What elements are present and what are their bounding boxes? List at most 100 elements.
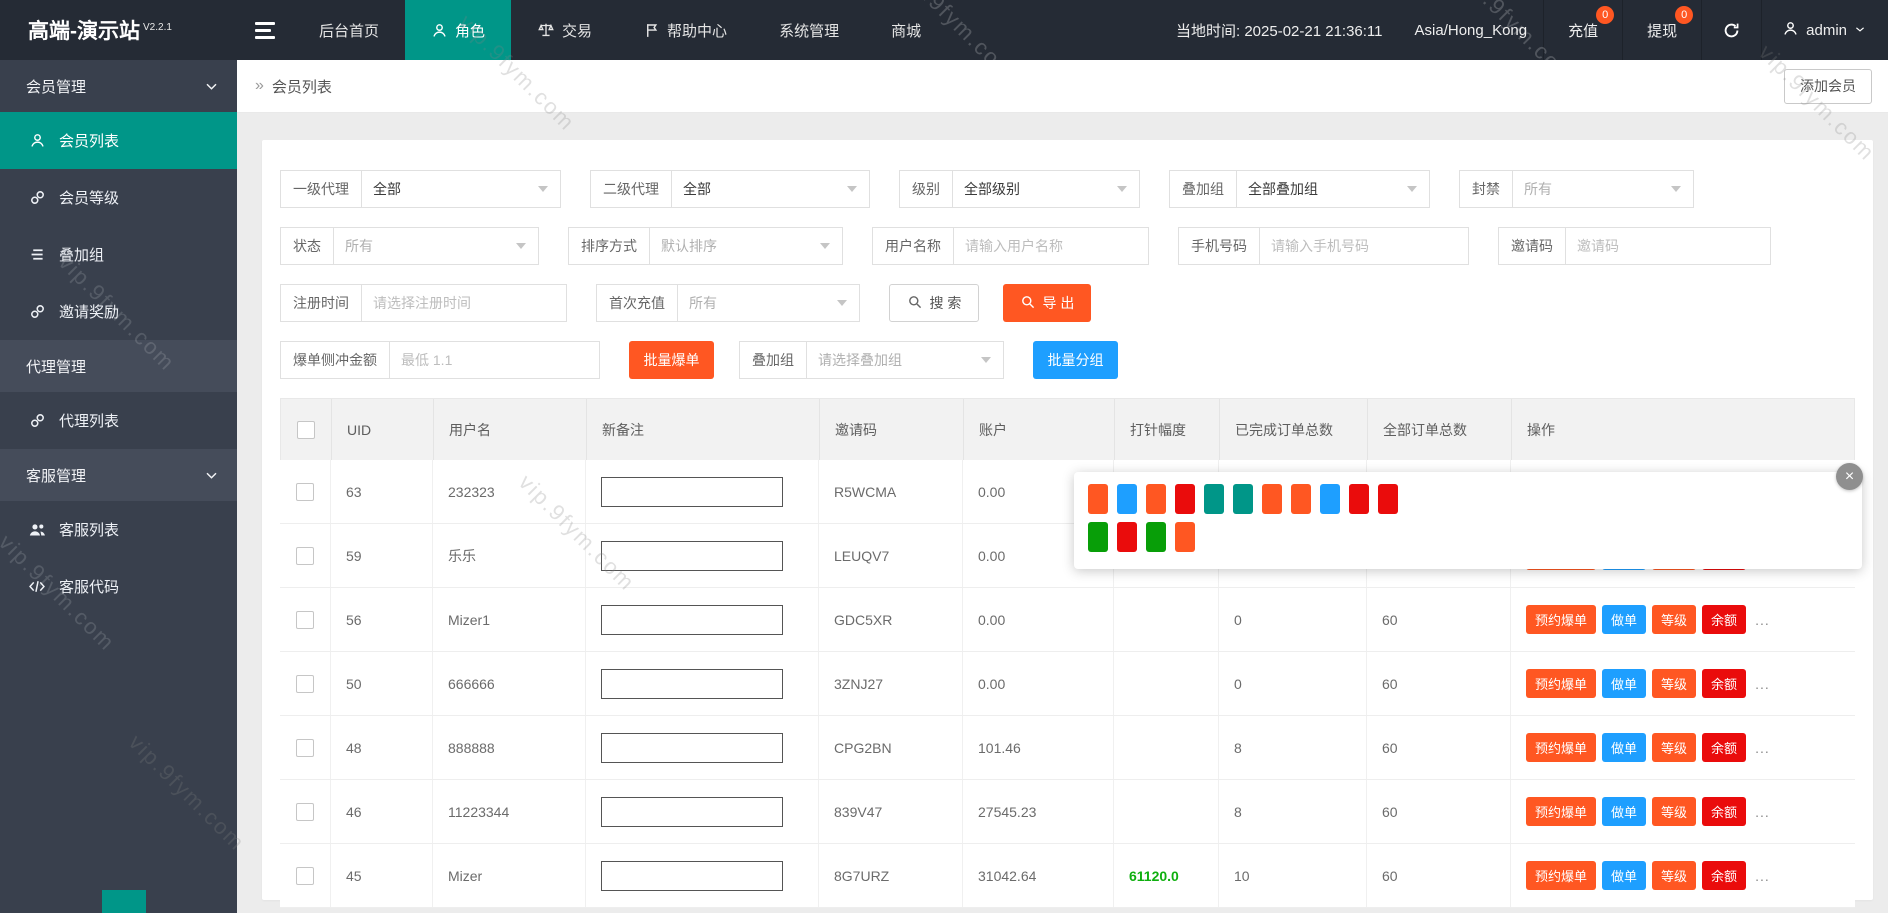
more-actions[interactable]: ... bbox=[1755, 612, 1770, 628]
export-button[interactable]: 导 出 bbox=[1003, 284, 1091, 322]
topnav-item-label: 交易 bbox=[562, 20, 592, 41]
close-icon[interactable]: × bbox=[1836, 463, 1863, 490]
register-time-input[interactable] bbox=[362, 285, 566, 321]
popup-action-button[interactable] bbox=[1204, 484, 1224, 514]
more-actions[interactable]: ... bbox=[1755, 804, 1770, 820]
reserve-burst-button[interactable]: 预约爆单 bbox=[1526, 669, 1596, 698]
popup-action-button[interactable] bbox=[1175, 522, 1195, 552]
popup-action-button[interactable] bbox=[1378, 484, 1398, 514]
popup-action-button[interactable] bbox=[1291, 484, 1311, 514]
row-checkbox[interactable] bbox=[296, 547, 314, 565]
col-uid: UID bbox=[332, 399, 434, 460]
popup-action-button[interactable] bbox=[1320, 484, 1340, 514]
level-button[interactable]: 等级 bbox=[1652, 669, 1696, 698]
popup-action-button[interactable] bbox=[1088, 522, 1108, 552]
popup-action-button[interactable] bbox=[1117, 522, 1137, 552]
reserve-burst-button[interactable]: 预约爆单 bbox=[1526, 797, 1596, 826]
refresh-icon[interactable] bbox=[1701, 0, 1761, 60]
remark-input[interactable] bbox=[601, 605, 783, 635]
remark-input[interactable] bbox=[601, 541, 783, 571]
topnav-item[interactable]: 系统管理 bbox=[753, 0, 865, 60]
popup-action-button[interactable] bbox=[1233, 484, 1253, 514]
popup-action-button[interactable] bbox=[1349, 484, 1369, 514]
remark-input[interactable] bbox=[601, 477, 783, 507]
make-order-button[interactable]: 做单 bbox=[1602, 733, 1646, 762]
row-checkbox[interactable] bbox=[296, 483, 314, 501]
popup-action-button[interactable] bbox=[1175, 484, 1195, 514]
sidebar-item[interactable]: 客服列表 bbox=[0, 501, 237, 558]
balance-button[interactable]: 余额 bbox=[1702, 797, 1746, 826]
row-checkbox[interactable] bbox=[296, 675, 314, 693]
filter-input[interactable] bbox=[1260, 228, 1468, 264]
sidebar-item[interactable]: 客服代码 bbox=[0, 558, 237, 615]
balance-button[interactable]: 余额 bbox=[1702, 733, 1746, 762]
sidebar-item[interactable]: 代理管理 bbox=[0, 340, 237, 392]
batch-group-button[interactable]: 批量分组 bbox=[1033, 341, 1118, 379]
make-order-button[interactable]: 做单 bbox=[1602, 861, 1646, 890]
filter-input[interactable] bbox=[1566, 228, 1770, 264]
make-order-button[interactable]: 做单 bbox=[1602, 797, 1646, 826]
sidebar-item[interactable]: 会员列表 bbox=[0, 112, 237, 169]
balance-button[interactable]: 余额 bbox=[1702, 605, 1746, 634]
make-order-button[interactable]: 做单 bbox=[1602, 605, 1646, 634]
sidebar-item[interactable]: 叠加组 bbox=[0, 226, 237, 283]
overlay-group-select[interactable]: 请选择叠加组 bbox=[807, 342, 1003, 378]
popup-action-button[interactable] bbox=[1117, 484, 1137, 514]
filter-input[interactable] bbox=[954, 228, 1148, 264]
remark-input[interactable] bbox=[601, 669, 783, 699]
remark-input[interactable] bbox=[601, 861, 783, 891]
balance-button[interactable]: 余额 bbox=[1702, 861, 1746, 890]
popup-action-button[interactable] bbox=[1146, 484, 1166, 514]
reserve-burst-button[interactable]: 预约爆单 bbox=[1526, 861, 1596, 890]
filter-select[interactable]: 全部 bbox=[672, 171, 869, 207]
level-button[interactable]: 等级 bbox=[1652, 605, 1696, 634]
filter-select[interactable]: 所有 bbox=[1513, 171, 1693, 207]
level-button[interactable]: 等级 bbox=[1652, 797, 1696, 826]
cell-username: Mizer bbox=[433, 844, 586, 907]
menu-toggle-icon[interactable] bbox=[237, 22, 293, 39]
more-actions[interactable]: ... bbox=[1755, 676, 1770, 692]
admin-menu[interactable]: admin bbox=[1761, 0, 1888, 60]
sidebar-item[interactable]: 客服管理 bbox=[0, 449, 237, 501]
batch-burst-button[interactable]: 批量爆单 bbox=[629, 341, 714, 379]
popup-action-button[interactable] bbox=[1088, 484, 1108, 514]
remark-input[interactable] bbox=[601, 733, 783, 763]
topnav-item[interactable]: 交易 bbox=[511, 0, 618, 60]
filter-select[interactable]: 全部级别 bbox=[953, 171, 1139, 207]
row-checkbox[interactable] bbox=[296, 803, 314, 821]
row-checkbox[interactable] bbox=[296, 739, 314, 757]
filter-select[interactable]: 全部 bbox=[362, 171, 560, 207]
burst-amount-input[interactable] bbox=[390, 342, 599, 378]
reserve-burst-button[interactable]: 预约爆单 bbox=[1526, 605, 1596, 634]
topnav-item[interactable]: 商城 bbox=[865, 0, 947, 60]
more-actions[interactable]: ... bbox=[1755, 868, 1770, 884]
topnav-item[interactable]: 后台首页 bbox=[293, 0, 405, 60]
filter-select[interactable]: 默认排序 bbox=[650, 228, 842, 264]
level-button[interactable]: 等级 bbox=[1652, 733, 1696, 762]
sidebar-item[interactable]: 会员等级 bbox=[0, 169, 237, 226]
withdraw-link[interactable]: 提现 0 bbox=[1622, 0, 1701, 60]
topnav-item[interactable]: 角色 bbox=[405, 0, 511, 60]
filter-select[interactable]: 全部叠加组 bbox=[1237, 171, 1429, 207]
sidebar-item[interactable]: 代理列表 bbox=[0, 392, 237, 449]
add-member-button[interactable]: 添加会员 bbox=[1784, 69, 1872, 104]
sidebar-item[interactable]: 邀请奖励 bbox=[0, 283, 237, 340]
popup-action-button[interactable] bbox=[1146, 522, 1166, 552]
first-recharge-select[interactable]: 所有 bbox=[678, 285, 859, 321]
select-all-checkbox[interactable] bbox=[297, 421, 315, 439]
balance-button[interactable]: 余额 bbox=[1702, 669, 1746, 698]
more-actions[interactable]: ... bbox=[1755, 740, 1770, 756]
search-button[interactable]: 搜 索 bbox=[889, 284, 979, 322]
make-order-button[interactable]: 做单 bbox=[1602, 669, 1646, 698]
recharge-link[interactable]: 充值 0 bbox=[1543, 0, 1622, 60]
search-icon bbox=[1020, 294, 1036, 313]
sidebar-item[interactable]: 会员管理 bbox=[0, 60, 237, 112]
remark-input[interactable] bbox=[601, 797, 783, 827]
row-checkbox[interactable] bbox=[296, 611, 314, 629]
topnav-item[interactable]: 帮助中心 bbox=[618, 0, 753, 60]
popup-action-button[interactable] bbox=[1262, 484, 1282, 514]
level-button[interactable]: 等级 bbox=[1652, 861, 1696, 890]
filter-select[interactable]: 所有 bbox=[334, 228, 538, 264]
reserve-burst-button[interactable]: 预约爆单 bbox=[1526, 733, 1596, 762]
row-checkbox[interactable] bbox=[296, 867, 314, 885]
